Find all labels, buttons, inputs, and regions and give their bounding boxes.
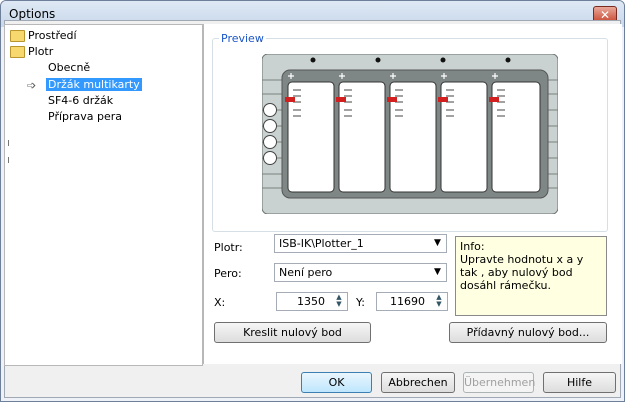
- tree-item-prostredi[interactable]: Prostředí: [10, 28, 77, 43]
- info-text: Upravte hodnotu x a y tak , aby nulový b…: [460, 253, 584, 292]
- window-title: Options: [9, 7, 56, 21]
- folder-icon: [10, 30, 25, 42]
- plotr-select-value: ISB-IK\Plotter_1: [279, 237, 364, 250]
- tree-item-sf4-6-drzak[interactable]: SF4-6 držák: [48, 93, 113, 108]
- y-label: Y:: [356, 296, 365, 309]
- chevron-down-icon[interactable]: ▼: [430, 265, 445, 280]
- plotr-label: Plotr:: [214, 241, 243, 254]
- spin-arrows-icon[interactable]: ▲ ▼: [432, 294, 446, 309]
- tree-item-priprava-pera[interactable]: Příprava pera: [48, 109, 122, 124]
- tree-item-label: Plotr: [28, 45, 54, 58]
- apply-button[interactable]: Übernehmen: [463, 372, 535, 393]
- tree-item-label: Držák multikarty: [46, 78, 142, 91]
- settings-tree[interactable]: [4, 24, 203, 366]
- info-heading: Info:: [460, 240, 485, 253]
- pero-label: Pero:: [214, 267, 242, 280]
- tree-line: [8, 140, 9, 146]
- info-box: Info: Upravte hodnotu x a y tak , aby nu…: [455, 236, 607, 316]
- pridavny-nulovy-bod-button[interactable]: Přídavný nulový bod...: [449, 322, 607, 343]
- arrow-right-icon: ➩: [27, 79, 37, 92]
- tree-item-plotr[interactable]: Plotr: [10, 44, 53, 59]
- help-button[interactable]: Hilfe: [543, 372, 616, 393]
- x-label: X:: [214, 296, 226, 309]
- tree-item-label: Obecně: [48, 61, 91, 74]
- tree-line: [8, 157, 9, 163]
- plotr-select[interactable]: ISB-IK\Plotter_1 ▼: [274, 234, 447, 253]
- tree-item-obecne[interactable]: Obecně: [48, 60, 90, 75]
- ok-button[interactable]: OK: [301, 372, 372, 393]
- tree-item-drzak-multikarty[interactable]: Držák multikarty: [46, 77, 142, 92]
- tree-item-label: SF4-6 držák: [48, 94, 114, 107]
- tree-item-label: Prostředí: [28, 29, 77, 42]
- x-value: 1350: [297, 295, 325, 308]
- tree-item-label: Příprava pera: [48, 110, 123, 123]
- y-value: 11690: [390, 295, 425, 308]
- x-spinbox[interactable]: 1350 ▲ ▼: [276, 292, 348, 311]
- kreslit-nulovy-bod-button[interactable]: Kreslit nulový bod: [214, 322, 371, 343]
- cancel-button[interactable]: Abbrechen: [381, 372, 455, 393]
- plotter-preview: [262, 54, 558, 214]
- chevron-down-icon[interactable]: ▼: [430, 236, 445, 251]
- y-spinbox[interactable]: 11690 ▲ ▼: [376, 292, 448, 311]
- pero-select[interactable]: Není pero ▼: [274, 263, 447, 282]
- spin-arrows-icon[interactable]: ▲ ▼: [332, 294, 346, 309]
- preview-group-label: Preview: [219, 32, 266, 45]
- folder-open-icon: [10, 46, 25, 58]
- pero-select-value: Není pero: [279, 266, 333, 279]
